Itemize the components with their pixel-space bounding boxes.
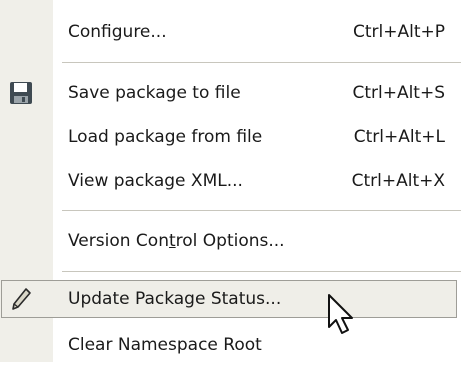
menu-item-label: Load package from file: [68, 127, 263, 147]
menu-item-update-package-status[interactable]: Update Package Status...: [0, 280, 461, 324]
menu-item-load-package[interactable]: Load package from file Ctrl+Alt+L: [0, 115, 461, 159]
menu-item-label: Clear Namespace Root: [68, 335, 262, 355]
mouse-pointer-icon: [328, 294, 353, 334]
menu-item-shortcut: Ctrl+Alt+S: [352, 83, 445, 103]
menu-separator: [62, 210, 461, 211]
menu-item-view-package-xml[interactable]: View package XML... Ctrl+Alt+X: [0, 159, 461, 203]
mnemonic-letter: t: [168, 231, 176, 251]
menu-item-shortcut: Ctrl+Alt+L: [353, 127, 445, 147]
context-menu: Configure... Ctrl+Alt+P Save package to …: [0, 0, 461, 362]
menu-separator: [62, 62, 461, 63]
menu-item-shortcut: Ctrl+Alt+X: [351, 171, 445, 191]
menu-item-label: Save package to file: [68, 83, 241, 103]
floppy-disk-icon: [8, 80, 34, 106]
menu-item-save-package[interactable]: Save package to file Ctrl+Alt+S: [0, 71, 461, 115]
menu-item-configure[interactable]: Configure... Ctrl+Alt+P: [0, 10, 461, 54]
menu-item-label: Update Package Status...: [68, 289, 282, 309]
menu-item-label: Version Control Options...: [68, 231, 285, 251]
menu-item-version-control-options[interactable]: Version Control Options...: [0, 219, 461, 263]
pencil-icon: [8, 286, 34, 312]
menu-item-label: Configure...: [68, 22, 167, 42]
menu-item-clear-namespace-root[interactable]: Clear Namespace Root: [0, 323, 461, 367]
menu-item-shortcut: Ctrl+Alt+P: [352, 22, 445, 42]
menu-separator: [62, 271, 461, 272]
menu-item-label: View package XML...: [68, 171, 243, 191]
